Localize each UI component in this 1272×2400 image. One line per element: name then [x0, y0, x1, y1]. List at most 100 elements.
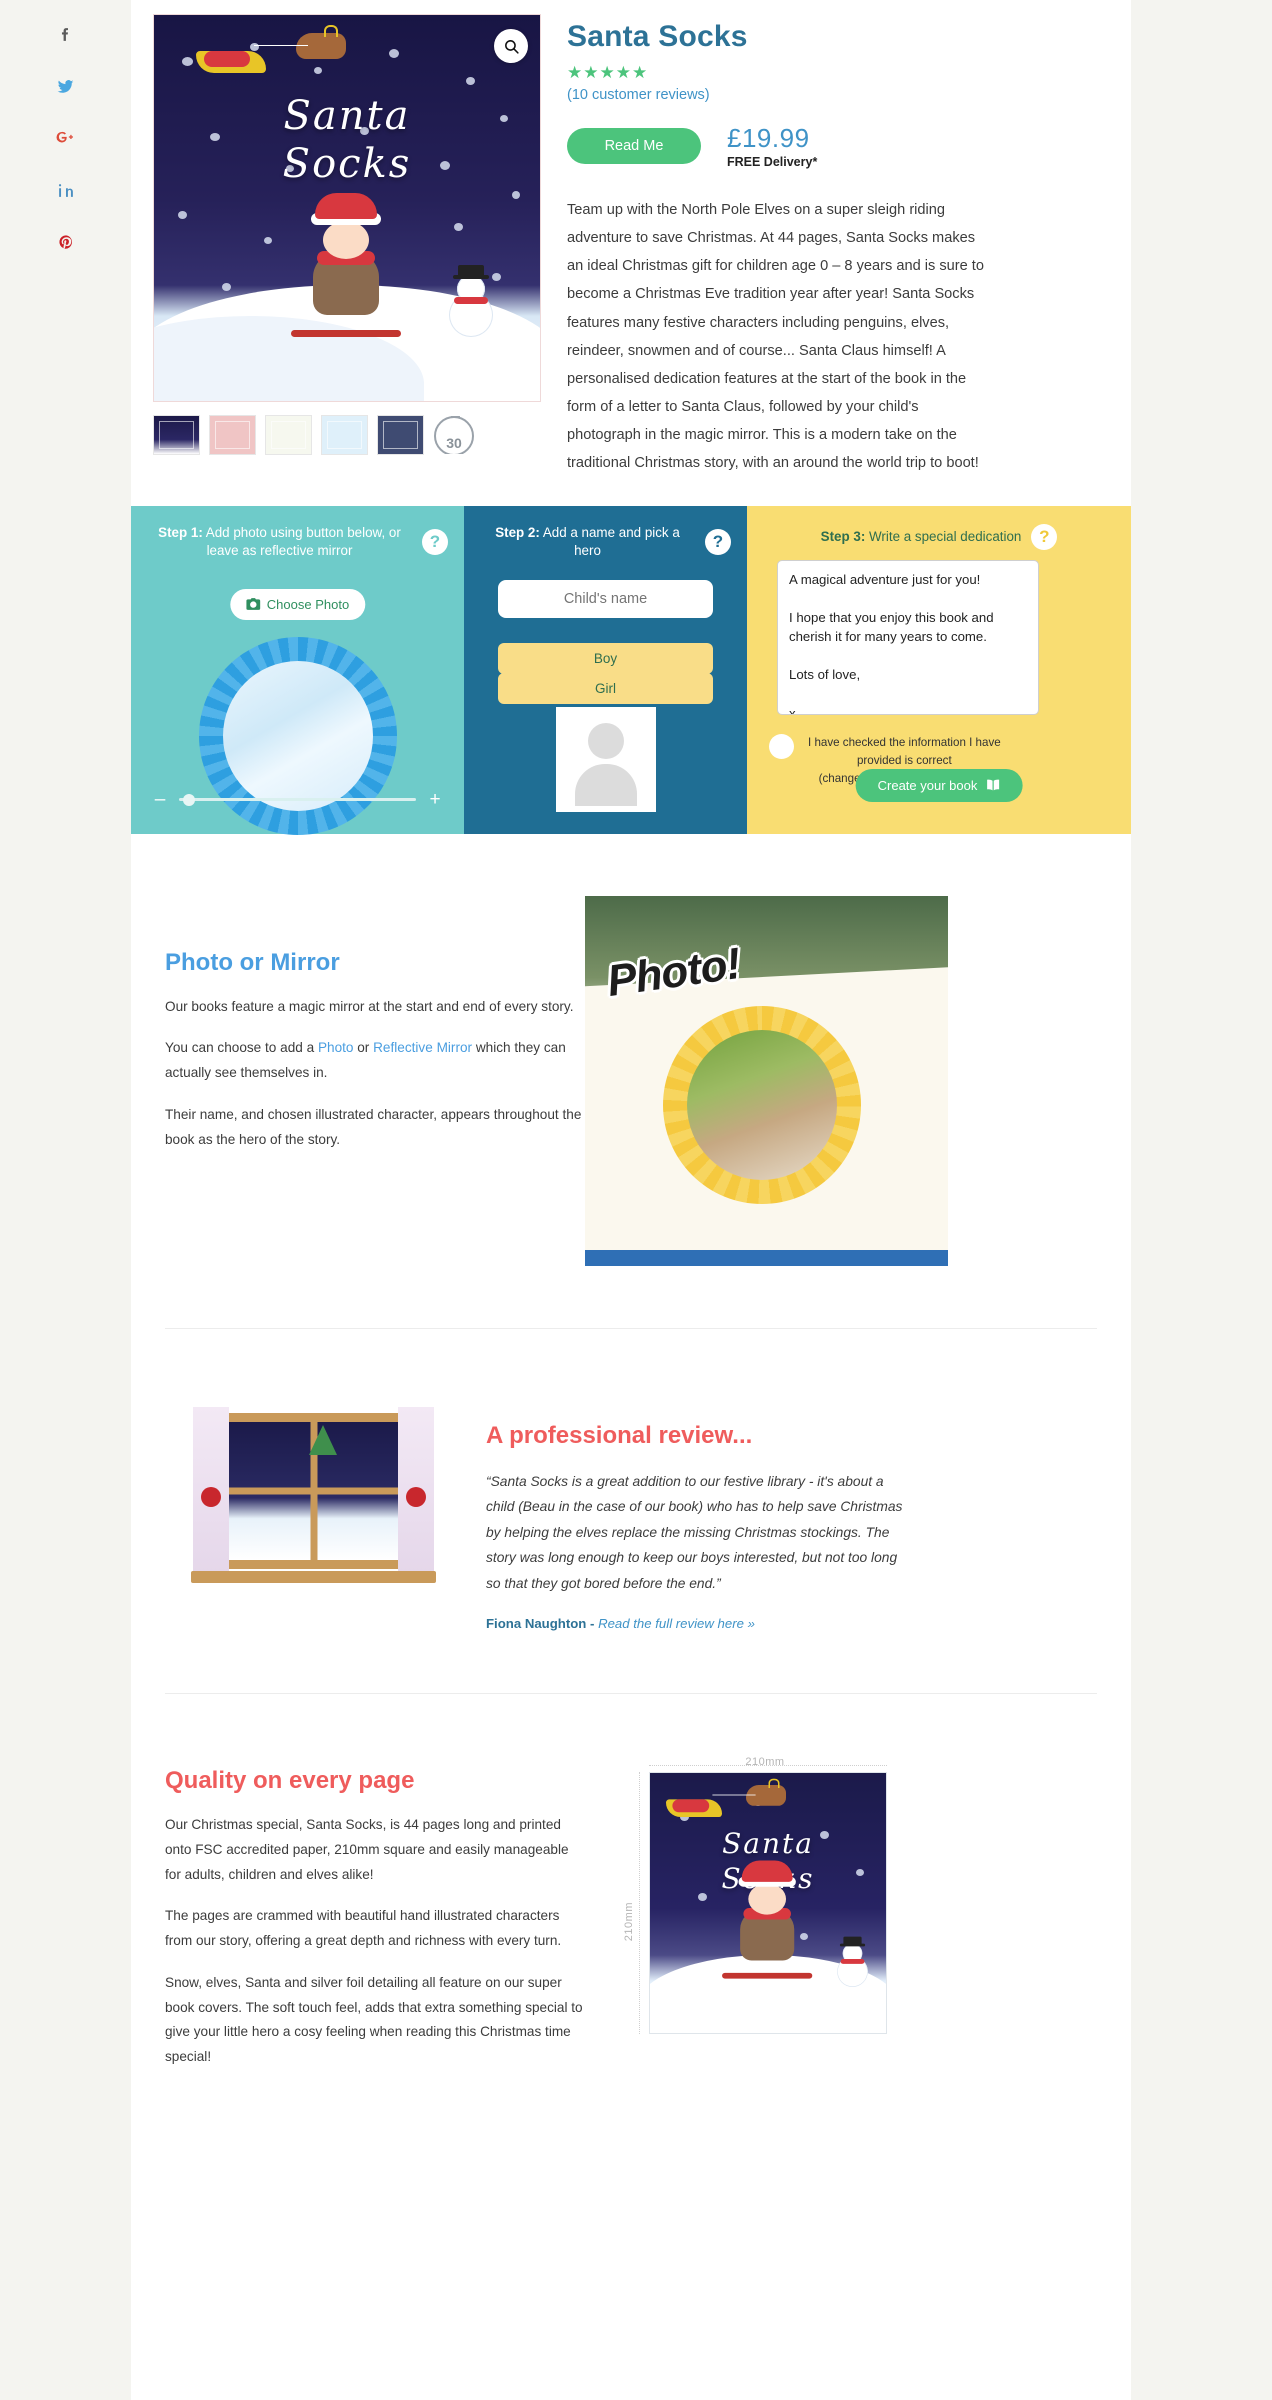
step-1-title: Step 1: Add photo using button below, or… — [147, 524, 412, 560]
photo-example-image: Photo! — [585, 895, 948, 1266]
linkedin-share-icon[interactable] — [45, 164, 87, 216]
pinterest-share-icon[interactable] — [45, 216, 87, 268]
zoom-out-button[interactable]: – — [153, 789, 167, 811]
product-summary: Santa Socks 30 Santa Socks ★★★★★ (10 cus… — [131, 0, 1131, 478]
thumbnail-cover[interactable] — [153, 415, 200, 455]
child-photo — [687, 1029, 837, 1180]
page-title: Santa Socks — [567, 20, 748, 53]
choose-photo-button[interactable]: Choose Photo — [229, 588, 366, 620]
quality-text: Quality on every page Our Christmas spec… — [165, 1756, 585, 2070]
product-price: £19.99 — [727, 123, 810, 153]
cover-title: Santa Socks — [154, 93, 540, 187]
purchase-row: Read Me £19.99 FREE Delivery* — [567, 123, 1109, 169]
product-cover-image[interactable]: Santa Socks — [153, 14, 541, 402]
step-1-text: Add photo using button below, or leave a… — [202, 524, 401, 558]
thumbnail-mirror[interactable] — [265, 415, 312, 455]
photo-mirror-p3: Their name, and chosen illustrated chara… — [165, 1106, 582, 1147]
step-3-help-icon[interactable]: ? — [1031, 523, 1058, 550]
main-content: Santa Socks 30 Santa Socks ★★★★★ (10 cus… — [131, 0, 1131, 2400]
sunburst-frame — [663, 1005, 861, 1204]
photo-zoom-slider: – + — [153, 789, 442, 811]
step-2-help-icon[interactable]: ? — [705, 528, 731, 555]
full-review-link[interactable]: Read the full review here » — [598, 1616, 755, 1631]
step-2-label: Step 2: — [495, 524, 540, 540]
search-icon[interactable] — [494, 29, 528, 63]
spec-cover-line1: Santa — [722, 1827, 814, 1861]
hero-girl-button[interactable]: Girl — [498, 672, 713, 704]
quality-section: Quality on every page Our Christmas spec… — [131, 1756, 1131, 2070]
choose-photo-label: Choose Photo — [266, 596, 350, 612]
step-2-text: Add a name and pick a hero — [539, 524, 680, 558]
step-2-title: Step 2: Add a name and pick a hero — [480, 524, 695, 560]
photo-link[interactable]: Photo — [318, 1040, 354, 1055]
social-share-rail — [0, 0, 131, 2400]
elf-character-art — [287, 193, 407, 343]
product-info: Santa Socks ★★★★★ (10 customer reviews) … — [567, 14, 1109, 478]
confirm-line-1: I have checked the information I have — [808, 735, 1001, 749]
stopwatch-value: 30 — [446, 435, 462, 451]
thumbnail-globe[interactable] — [321, 415, 368, 455]
cover-title-line2: Socks — [282, 141, 412, 187]
book-dimensions-figure: 210mm 210mm Santa — [615, 1756, 915, 2035]
step-1-panel: Step 1: Add photo using button below, or… — [131, 505, 464, 835]
create-book-label: Create your book — [877, 777, 978, 793]
product-description: Team up with the North Pole Elves on a s… — [567, 202, 984, 472]
dedication-textarea[interactable]: A magical adventure just for you! I hope… — [777, 559, 1039, 715]
step-1-header: Step 1: Add photo using button below, or… — [131, 524, 464, 560]
star-rating: ★★★★★ — [567, 63, 649, 82]
book-cover-spec-image: Santa Socks — [649, 1772, 887, 2035]
review-author: Fiona Naughton - — [486, 1616, 599, 1632]
step-1-help-icon[interactable]: ? — [422, 528, 448, 555]
step-2-panel: Step 2: Add a name and pick a hero ? Boy… — [464, 505, 747, 834]
thumbnail-strip: 30 — [153, 415, 541, 455]
delivery-note: FREE Delivery* — [727, 155, 818, 169]
thumbnail-stopwatch[interactable]: 30 — [433, 415, 480, 455]
google-plus-share-icon[interactable] — [45, 112, 87, 164]
photo-mirror-title: Photo or Mirror — [165, 948, 340, 976]
facebook-share-icon[interactable] — [45, 8, 87, 60]
slider-handle[interactable] — [183, 793, 195, 806]
zoom-in-button[interactable]: + — [428, 789, 442, 811]
step-1-label: Step 1: — [158, 524, 203, 540]
p2-part-b: or — [353, 1040, 374, 1056]
slider-track[interactable] — [179, 793, 416, 806]
reflective-mirror-link[interactable]: Reflective Mirror — [373, 1040, 472, 1055]
thumbnail-night[interactable] — [377, 415, 424, 455]
photo-mirror-text: Photo or Mirror Our books feature a magi… — [165, 896, 585, 1153]
step-3-header: Step 3: Write a special dedication ? — [747, 523, 1131, 550]
stopwatch-icon: 30 — [434, 416, 474, 454]
step-2-header: Step 2: Add a name and pick a hero ? — [464, 524, 747, 560]
camera-icon — [245, 598, 260, 610]
child-name-input[interactable] — [498, 579, 713, 618]
quality-title: Quality on every page — [165, 1767, 415, 1795]
price-block: £19.99 FREE Delivery* — [727, 123, 817, 169]
hero-boy-button[interactable]: Boy — [498, 642, 713, 674]
twitter-share-icon[interactable] — [45, 60, 87, 112]
read-me-button[interactable]: Read Me — [567, 128, 701, 164]
quality-p1: Our Christmas special, Santa Socks, is 4… — [165, 1817, 569, 1882]
review-attribution: Fiona Naughton - Read the full review he… — [486, 1616, 906, 1631]
product-page: Santa Socks 30 Santa Socks ★★★★★ (10 cus… — [0, 0, 1272, 2400]
cover-title-line1: Santa — [283, 93, 411, 139]
confirm-checkbox[interactable] — [769, 733, 794, 759]
dimension-top-label: 210mm — [745, 1756, 785, 1769]
review-text: A professional review... “Santa Socks is… — [486, 1391, 906, 1632]
photo-mirror-p2: You can choose to add a Photo or Reflect… — [165, 1036, 585, 1085]
step-3-panel: Step 3: Write a special dedication ? A m… — [747, 505, 1131, 834]
window-illustration — [191, 1390, 436, 1591]
photo-mirror-p1: Our books feature a magic mirror at the … — [165, 998, 574, 1014]
create-your-book-button[interactable]: Create your book — [855, 768, 1023, 802]
customer-reviews-link[interactable]: (10 customer reviews) — [567, 87, 1109, 103]
product-gallery: Santa Socks 30 — [153, 14, 541, 478]
step-3-label: Step 3: — [820, 528, 866, 544]
step-3-text: Write a special dedication — [865, 528, 1022, 544]
step-3-title: Step 3: Write a special dedication — [821, 528, 1022, 546]
thumbnail-letter[interactable] — [209, 415, 256, 455]
santa-sleigh-art — [196, 25, 346, 77]
